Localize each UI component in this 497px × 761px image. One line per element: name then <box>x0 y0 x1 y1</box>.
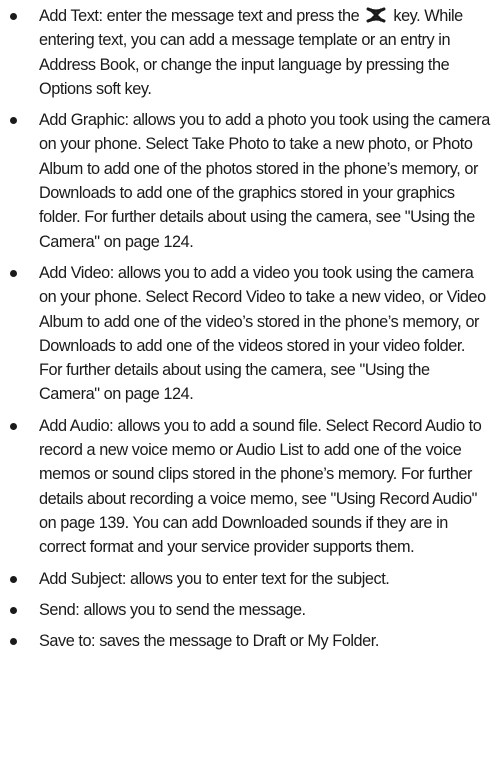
bullet-icon <box>10 638 17 646</box>
bullet-icon <box>10 422 17 430</box>
bullet-icon <box>10 575 17 583</box>
bullet-icon <box>10 13 17 20</box>
bullet-item-add-graphic: Add Graphic: allows you to add a photo y… <box>10 108 492 254</box>
bullet-item-add-video: Add Video: allows you to add a video you… <box>10 261 492 407</box>
bullet-icon <box>10 269 17 277</box>
add-graphic-description: Add Graphic: allows you to add a photo y… <box>39 111 490 251</box>
bullet-item-add-text: Add Text: enter the message text and pre… <box>10 4 492 101</box>
manual-page: Add Text: enter the message text and pre… <box>0 0 497 761</box>
bullet-icon <box>10 606 17 614</box>
bullet-item-add-audio: Add Audio: allows you to add a sound fil… <box>10 414 492 560</box>
save-to-description: Save to: saves the message to Draft or M… <box>39 632 379 651</box>
add-video-description: Add Video: allows you to add a video you… <box>39 263 486 404</box>
add-text-description-start: Add Text: enter the message text and pre… <box>39 7 360 25</box>
bullet-item-save-to: Save to: saves the message to Draft or M… <box>10 629 492 653</box>
bullet-icon <box>10 117 17 125</box>
send-description: Send: allows you to send the message. <box>39 600 306 619</box>
bullet-item-send: Send: allows you to send the message. <box>10 598 492 622</box>
bullet-item-add-subject: Add Subject: allows you to enter text fo… <box>10 567 492 591</box>
add-subject-description: Add Subject: allows you to enter text fo… <box>39 569 390 588</box>
add-audio-description: Add Audio: allows you to add a sound fil… <box>39 416 482 557</box>
cancel-key-icon <box>366 7 386 23</box>
options-bullet-list: Add Text: enter the message text and pre… <box>10 4 492 660</box>
